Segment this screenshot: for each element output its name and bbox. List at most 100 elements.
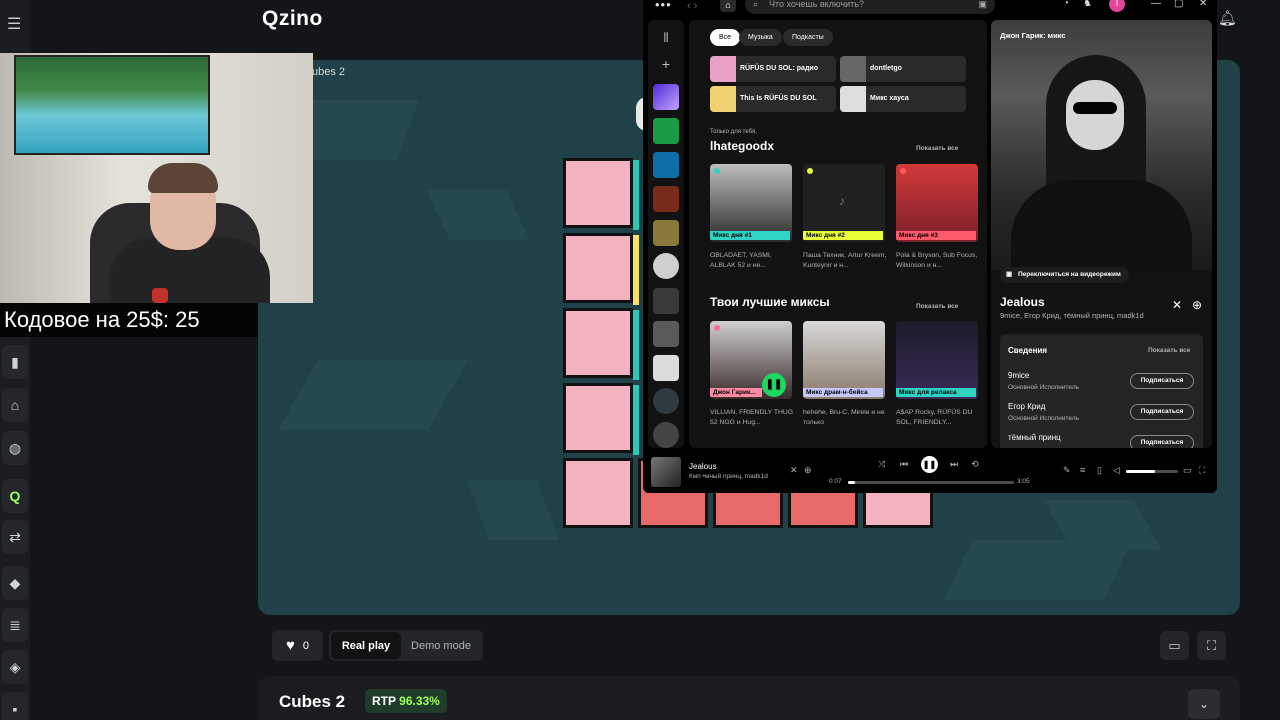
add-icon[interactable]: ⊕	[1192, 298, 1202, 312]
bell-icon[interactable]: ◔	[1063, 0, 1069, 9]
cube-cell[interactable]	[563, 158, 633, 228]
avatar[interactable]: I	[1109, 0, 1125, 12]
section-title[interactable]: lhategoodx	[710, 139, 774, 153]
artist-thumb[interactable]	[653, 422, 679, 448]
bell-icon[interactable]: 🔔︎	[1218, 9, 1237, 27]
close-icon[interactable]: ✕	[1199, 0, 1207, 9]
rail-button-1[interactable]: ▮	[2, 345, 28, 379]
credit-name[interactable]: тёмный принц	[1008, 433, 1061, 442]
menu-collapse-icon[interactable]: ☰	[7, 14, 21, 34]
minimize-icon[interactable]: —	[1151, 0, 1161, 9]
lyrics-icon[interactable]: ✎	[1063, 465, 1071, 476]
playlist-thumb[interactable]	[653, 355, 679, 381]
liked-songs-thumb[interactable]	[653, 84, 679, 110]
playlist-thumb[interactable]	[653, 186, 679, 212]
follow-button[interactable]: Подписаться	[1130, 435, 1194, 448]
rail-button-8[interactable]: ◈	[2, 650, 28, 684]
spotify-search-input[interactable]: ⌕ Что хочешь включить? ▣	[745, 0, 995, 14]
queue-icon[interactable]: ≡	[1080, 465, 1085, 475]
section-title[interactable]: Твои лучшие миксы	[710, 295, 830, 309]
mix-card[interactable]: ♪ Микс дня #2	[803, 164, 885, 242]
credits-show-all[interactable]: Показать все	[1148, 347, 1190, 354]
rail-button-3[interactable]: ◍	[2, 431, 28, 465]
follow-button[interactable]: Подписаться	[1130, 373, 1194, 389]
maximize-icon[interactable]: ▢	[1174, 0, 1183, 9]
rtp-value: 96.33%	[399, 694, 440, 708]
player-track-title[interactable]: Jealous	[689, 462, 717, 471]
nav-arrows-icon[interactable]: ‹ ›	[687, 0, 697, 12]
rail-button-5[interactable]: ⇄	[2, 520, 28, 554]
filter-all[interactable]: Все	[710, 29, 741, 46]
volume-icon[interactable]: ◁	[1113, 465, 1120, 476]
theater-mode-button[interactable]: ▭	[1160, 631, 1189, 660]
quick-pick[interactable]: This Is RÜFÜS DU SOL	[710, 86, 836, 112]
add-icon[interactable]: ⊕	[804, 465, 812, 476]
now-playing-artists[interactable]: 9mice, Егор Крид, тёмный принц, madk1d	[1000, 311, 1144, 320]
favorite-button[interactable]: ♥ 0	[272, 630, 323, 661]
pause-icon[interactable]: ❚❚	[921, 456, 938, 473]
credits-title: Сведения	[1008, 346, 1047, 355]
now-playing-title[interactable]: Jealous	[1000, 295, 1045, 309]
device-icon[interactable]: ▯	[1097, 465, 1102, 476]
rail-button-7[interactable]: ≣	[2, 608, 28, 642]
promo-text: одовое на 25$: 25	[16, 307, 200, 332]
friends-icon[interactable]: ♞	[1083, 0, 1092, 9]
quick-pick[interactable]: Микс хауса	[840, 86, 966, 112]
show-all-link[interactable]: Показать все	[916, 145, 958, 152]
filter-podcasts[interactable]: Подкасты	[783, 29, 833, 46]
rail-button-4[interactable]: Q	[2, 479, 28, 513]
mix-card[interactable]: Микс для релакса	[896, 321, 978, 399]
follow-button[interactable]: Подписаться	[1130, 404, 1194, 420]
real-play-button[interactable]: Real play	[331, 632, 401, 659]
volume-fill	[1126, 470, 1155, 473]
mix-card[interactable]: Микс дня #3	[896, 164, 978, 242]
demo-mode-button[interactable]: Demo mode	[401, 632, 481, 659]
now-playing-thumb[interactable]	[651, 457, 681, 487]
quick-pick[interactable]: RÜFÜS DU SOL: радио	[710, 56, 836, 82]
artist-thumb[interactable]	[653, 388, 679, 414]
site-logo[interactable]: Qzino	[262, 7, 323, 31]
filter-music[interactable]: Музыка	[739, 29, 782, 46]
saved-episodes-thumb[interactable]	[653, 118, 679, 144]
playlist-thumb[interactable]	[653, 152, 679, 178]
show-all-link[interactable]: Показать все	[916, 303, 958, 310]
next-icon[interactable]: ⏭	[950, 459, 958, 470]
quick-pick[interactable]: dontletgo	[840, 56, 966, 82]
previous-icon[interactable]: ⏮	[900, 459, 908, 470]
switch-to-video-button[interactable]: ▣ Переключиться на видеорежим	[1000, 267, 1129, 283]
rail-button-9[interactable]: ▪	[2, 692, 28, 720]
close-icon[interactable]: ✕	[1172, 298, 1182, 312]
credit-name[interactable]: 9mice	[1008, 371, 1029, 380]
expand-info-button[interactable]: ⌄	[1188, 689, 1220, 719]
rail-button-2[interactable]: ⌂	[2, 388, 28, 422]
cube-cell[interactable]	[563, 458, 633, 528]
browse-icon[interactable]: ▣	[978, 0, 987, 14]
rail-button-6[interactable]: ◆	[2, 566, 28, 600]
credit-name[interactable]: Егор Крид	[1008, 402, 1045, 411]
cube-cell[interactable]	[563, 383, 633, 453]
artist-thumb[interactable]	[653, 253, 679, 279]
home-icon[interactable]: ⌂	[720, 0, 736, 12]
cube-cell[interactable]	[563, 233, 633, 303]
miniplayer-icon[interactable]: ▭	[1183, 465, 1192, 476]
menu-dots-icon[interactable]: •••	[655, 0, 672, 12]
pause-icon[interactable]: ❚❚	[762, 373, 786, 397]
mix-card[interactable]: Джон Гарик... ❚❚	[710, 321, 792, 399]
cube-cell[interactable]	[563, 308, 633, 378]
shuffle-icon[interactable]: ⤨	[878, 459, 885, 470]
repeat-icon[interactable]: ⟲	[971, 459, 979, 470]
player-track-artist[interactable]: Кмп •мный принц, madk1d	[689, 473, 768, 480]
playlist-thumb[interactable]	[653, 220, 679, 246]
playlist-thumb[interactable]	[653, 288, 679, 314]
volume-slider[interactable]	[1126, 470, 1178, 473]
plus-icon[interactable]: +	[658, 56, 674, 72]
progress-bar[interactable]	[848, 481, 1014, 484]
fullscreen-button[interactable]: ⛶	[1197, 631, 1226, 660]
fullscreen-icon[interactable]: ⛶	[1199, 465, 1205, 476]
playlist-thumb[interactable]	[653, 321, 679, 347]
library-icon[interactable]: ⫼	[658, 32, 674, 48]
mix-card[interactable]: Микс драм-н-бейса	[803, 321, 885, 399]
mix-card[interactable]: Микс дня #1	[710, 164, 792, 242]
close-icon[interactable]: ✕	[790, 465, 798, 476]
mix-dot	[714, 168, 720, 174]
